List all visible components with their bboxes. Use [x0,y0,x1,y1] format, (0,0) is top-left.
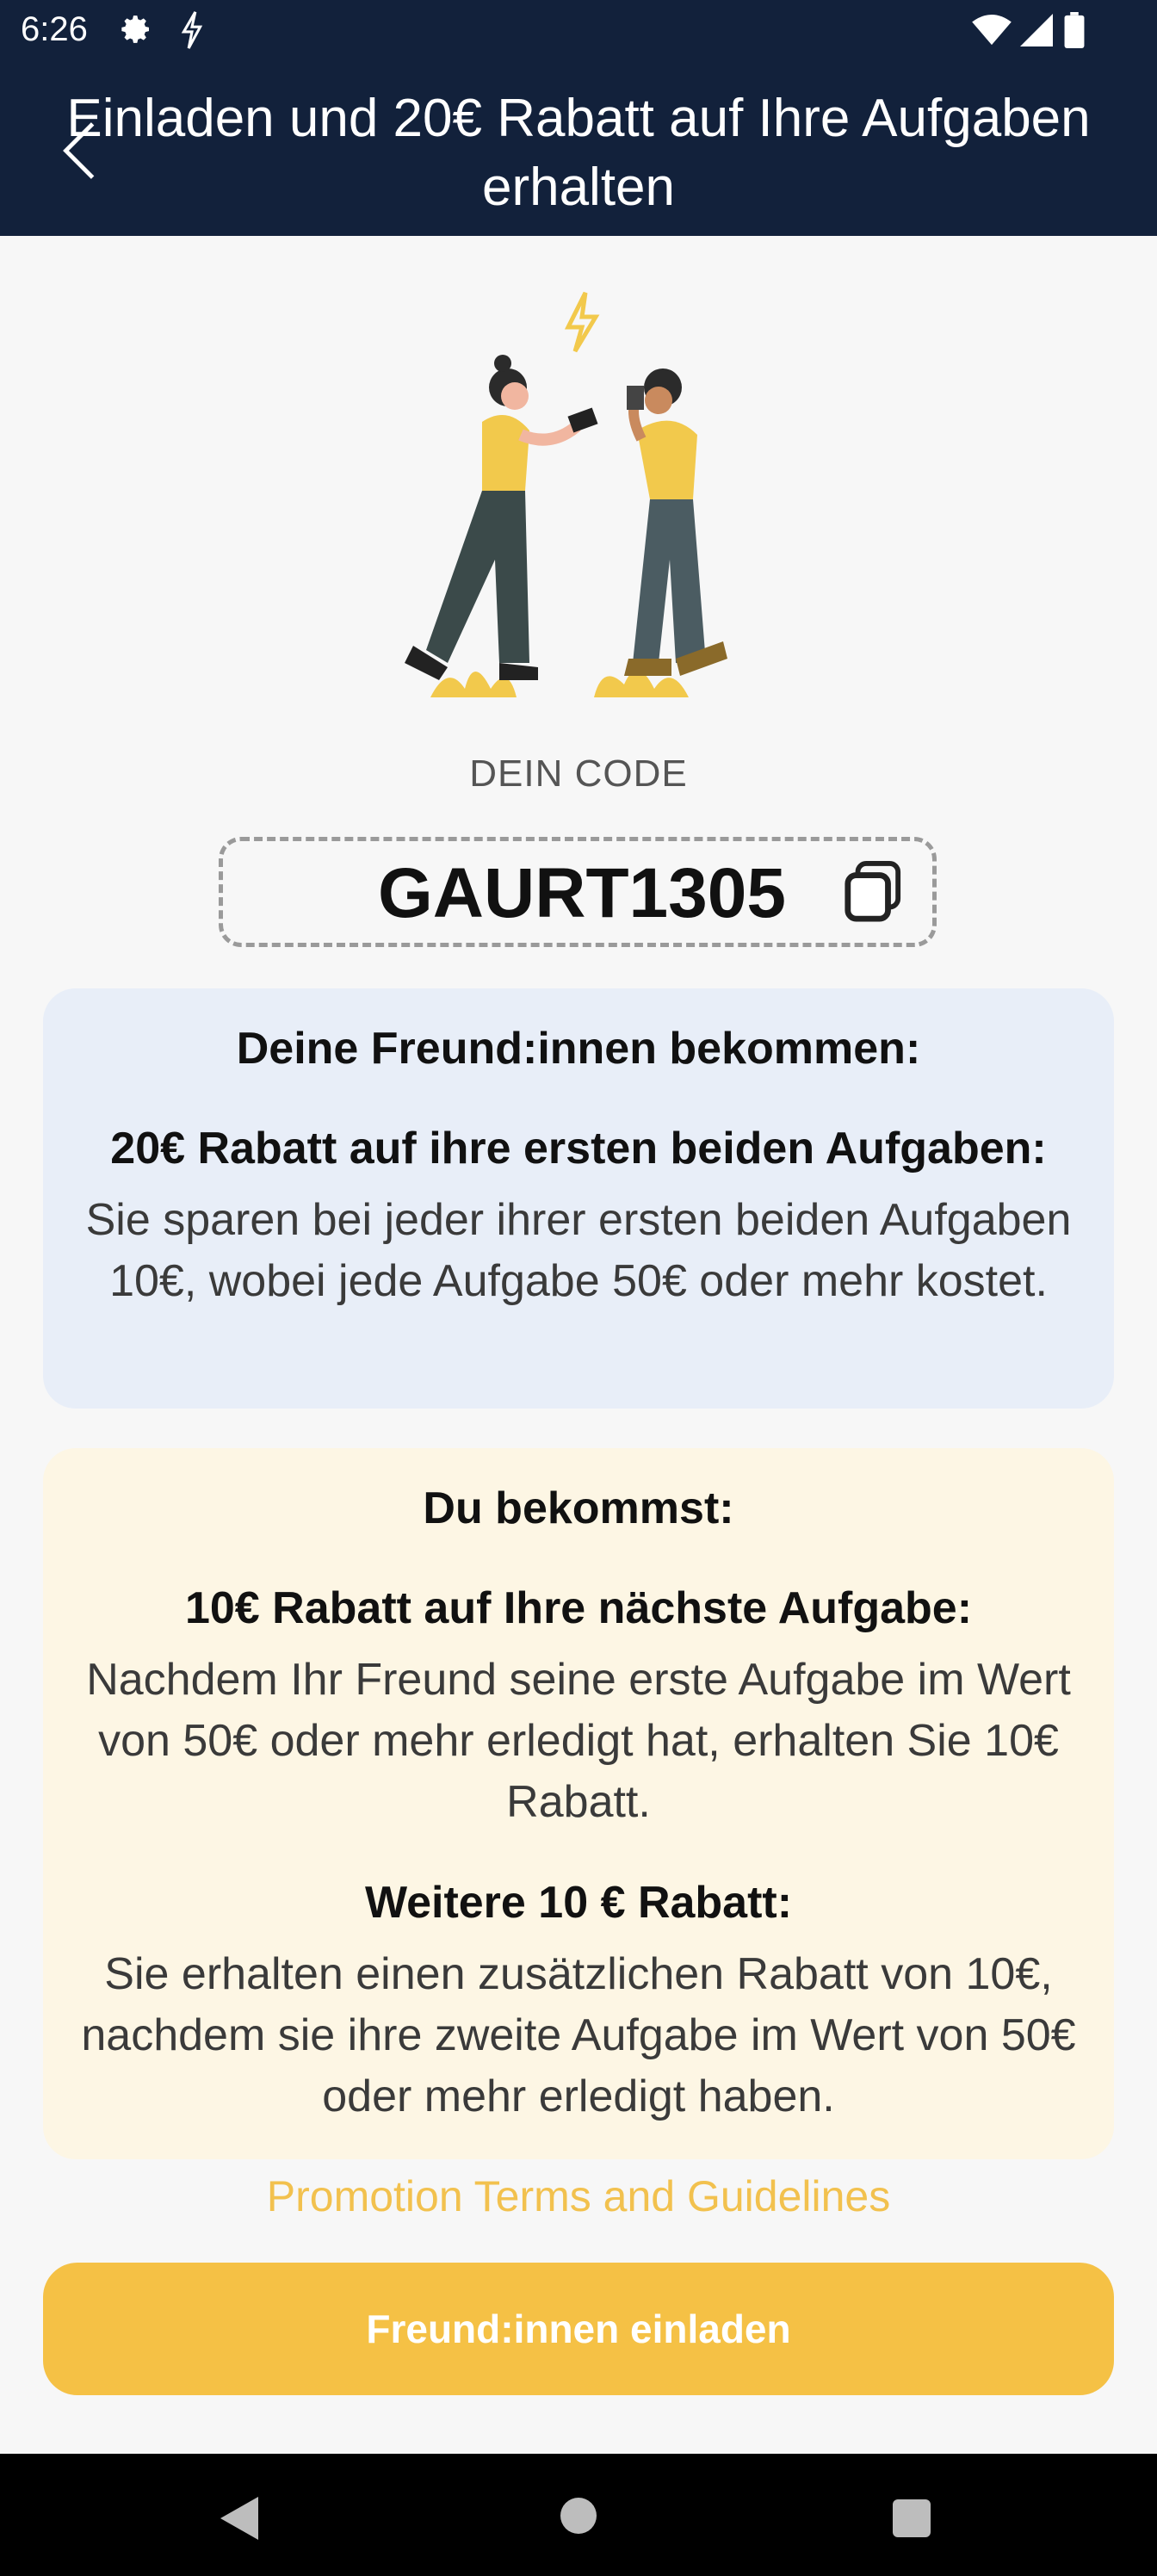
friends-card-text: Sie sparen bei jeder ihrer ersten beiden… [85,1195,1072,1306]
you-card-text-1: Nachdem Ihr Freund seine erste Aufgabe i… [86,1655,1071,1827]
recent-square-icon[interactable] [892,2499,931,2538]
battery-icon [1064,12,1085,48]
gear-icon [121,15,149,43]
system-nav-bar [0,2454,1157,2576]
back-triangle-icon[interactable] [215,2493,262,2543]
friends-card-title: Deine Freund:innen bekommen: [236,1024,921,1074]
referral-code-box[interactable]: GAURT1305 [219,837,937,947]
status-bar: 6:26 [0,0,1157,62]
code-label: DEIN CODE [469,752,688,795]
bolt-icon [181,11,203,49]
copy-icon[interactable] [843,860,903,924]
status-time: 6:26 [21,10,88,48]
you-card-subtitle-2: Weitere 10 € Rabatt: [364,1878,793,1928]
home-circle-icon[interactable] [560,2497,597,2535]
you-card-text-2: Sie erhalten einen zusätzlichen Rabatt v… [81,1949,1076,2121]
you-card-title: Du bekommst: [423,1483,734,1533]
you-card-subtitle-1: 10€ Rabatt auf Ihre nächste Aufgabe: [184,1583,973,1633]
wifi-icon [972,14,1012,46]
promotion-terms-link[interactable]: Promotion Terms and Guidelines [0,2171,1157,2221]
friends-card-subtitle: 20€ Rabatt auf ihre ersten beiden Aufgab… [110,1124,1047,1173]
referral-code: GAURT1305 [378,854,786,932]
friends-benefit-card: Deine Freund:innen bekommen: 20€ Rabatt … [43,988,1114,1409]
invite-friends-button[interactable]: Freund:innen einladen [43,2263,1114,2395]
page-title: Einladen und 20€ Rabatt auf Ihre Aufgabe… [66,89,1091,217]
signal-icon [1020,14,1053,46]
your-benefit-card: Du bekommst: 10€ Rabatt auf Ihre nächste… [43,1448,1114,2159]
friends-illustration [405,291,727,697]
app-bar: 6:26 Einladen und 20€ Rabatt auf Ihre Au… [0,0,1157,236]
